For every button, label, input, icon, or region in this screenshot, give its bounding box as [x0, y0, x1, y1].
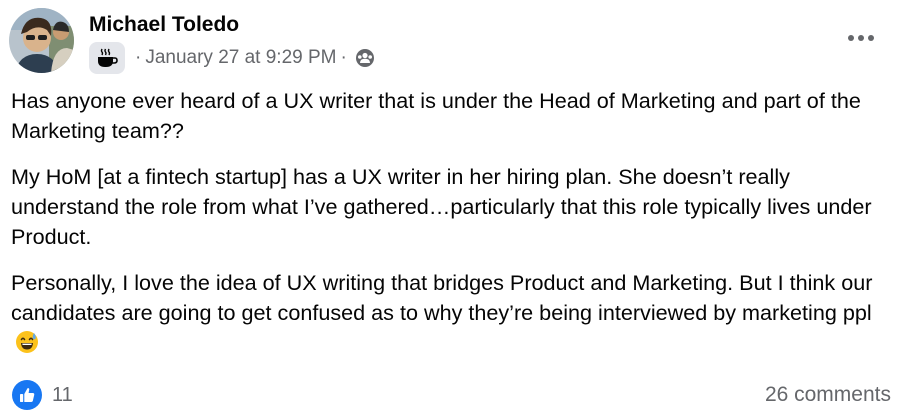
avatar[interactable]: [9, 8, 74, 73]
post-timestamp[interactable]: January 27 at 9:29 PM: [145, 47, 336, 69]
post-paragraph-last: Personally, I love the idea of UX writin…: [11, 268, 891, 362]
more-options-icon[interactable]: [845, 22, 877, 54]
group-icon[interactable]: [355, 48, 375, 68]
grinning-sweat-face-icon: [15, 330, 39, 362]
post-header: Michael Toledo · January 27 at 9:29 PM ·: [9, 8, 903, 74]
post-paragraph: Has anyone ever heard of a UX writer tha…: [11, 88, 861, 143]
like-icon: [12, 380, 42, 410]
post-card: Michael Toledo · January 27 at 9:29 PM ·: [0, 0, 903, 420]
coffee-cup-icon[interactable]: [89, 42, 125, 74]
author-name[interactable]: Michael Toledo: [89, 13, 239, 37]
post-meta: · January 27 at 9:29 PM ·: [89, 42, 375, 74]
post-paragraph: My HoM [at a fintech startup] has a UX w…: [11, 164, 872, 249]
meta-separator: ·: [135, 47, 142, 68]
meta-separator: ·: [340, 47, 347, 68]
post-body: Has anyone ever heard of a UX writer tha…: [11, 86, 891, 378]
avatar-photo: [9, 8, 74, 73]
reaction-count: 11: [52, 383, 73, 406]
post-footer: 11 26 comments: [12, 380, 891, 414]
comments-count-link[interactable]: 26 comments: [765, 383, 891, 407]
reactions-summary[interactable]: 11: [12, 380, 73, 410]
post-paragraph-text: Personally, I love the idea of UX writin…: [11, 270, 873, 325]
